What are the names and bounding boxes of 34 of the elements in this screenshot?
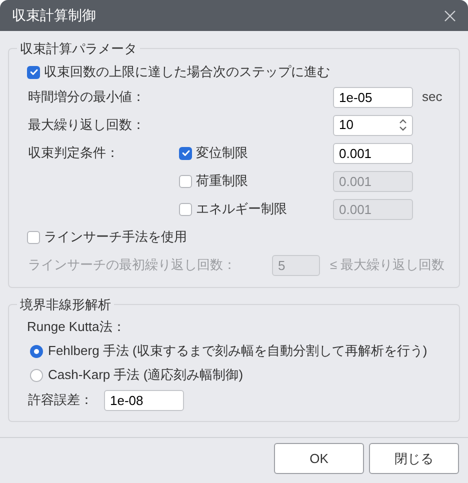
window-title: 収束計算制御 (12, 6, 96, 25)
checkmark-icon (28, 67, 38, 77)
input-field[interactable]: 1e-08 (104, 390, 184, 410)
checkbox-label: 荷重制限 (196, 172, 249, 190)
checkbox[interactable] (179, 146, 192, 160)
checkbox-label: エネルギー制限 (196, 200, 288, 218)
checkbox-label: 収束回数の上限に達した場合次のステップに進む (44, 63, 330, 82)
note-label: ≤ 最大繰り返し回数 (330, 256, 445, 274)
field-label: Runge Kutta法： (27, 318, 126, 336)
dialog-button[interactable]: OK (274, 443, 364, 474)
radio-label: Fehlberg 手法 (収束するまで刻み幅を自動分割して再解析を行う) (48, 342, 428, 360)
checkbox-label: ラインサーチ手法を使用 (44, 228, 187, 246)
checkbox[interactable] (179, 202, 192, 216)
checkbox-label: 変位制限 (196, 144, 249, 162)
checkbox[interactable] (27, 66, 40, 78)
unit-label: sec (422, 88, 442, 106)
input-field[interactable]: 0.001 (333, 142, 413, 164)
checkbox[interactable] (27, 230, 40, 244)
spin-value: 10 (339, 116, 354, 134)
radio-button[interactable] (30, 368, 43, 382)
field-label: ラインサーチの最初繰り返し回数： (27, 256, 237, 274)
field-label: 許容誤差： (27, 391, 94, 410)
field-label: 時間増分の最小値： (27, 88, 146, 106)
spin-arrows-icon[interactable] (399, 118, 407, 132)
input-field[interactable]: 1e-05 (333, 86, 413, 108)
dialog-button[interactable]: 閉じる (369, 443, 459, 474)
radio-label: Cash-Karp 手法 (適応刻み幅制御) (48, 366, 244, 384)
spin-box[interactable]: 10 (333, 114, 413, 136)
close-icon[interactable] (444, 10, 456, 22)
field-label: 最大繰り返し回数： (27, 116, 146, 134)
checkmark-icon (180, 148, 190, 158)
field-label: 収束判定条件： (27, 144, 120, 162)
radio-button[interactable] (30, 344, 43, 358)
checkbox[interactable] (179, 174, 192, 188)
